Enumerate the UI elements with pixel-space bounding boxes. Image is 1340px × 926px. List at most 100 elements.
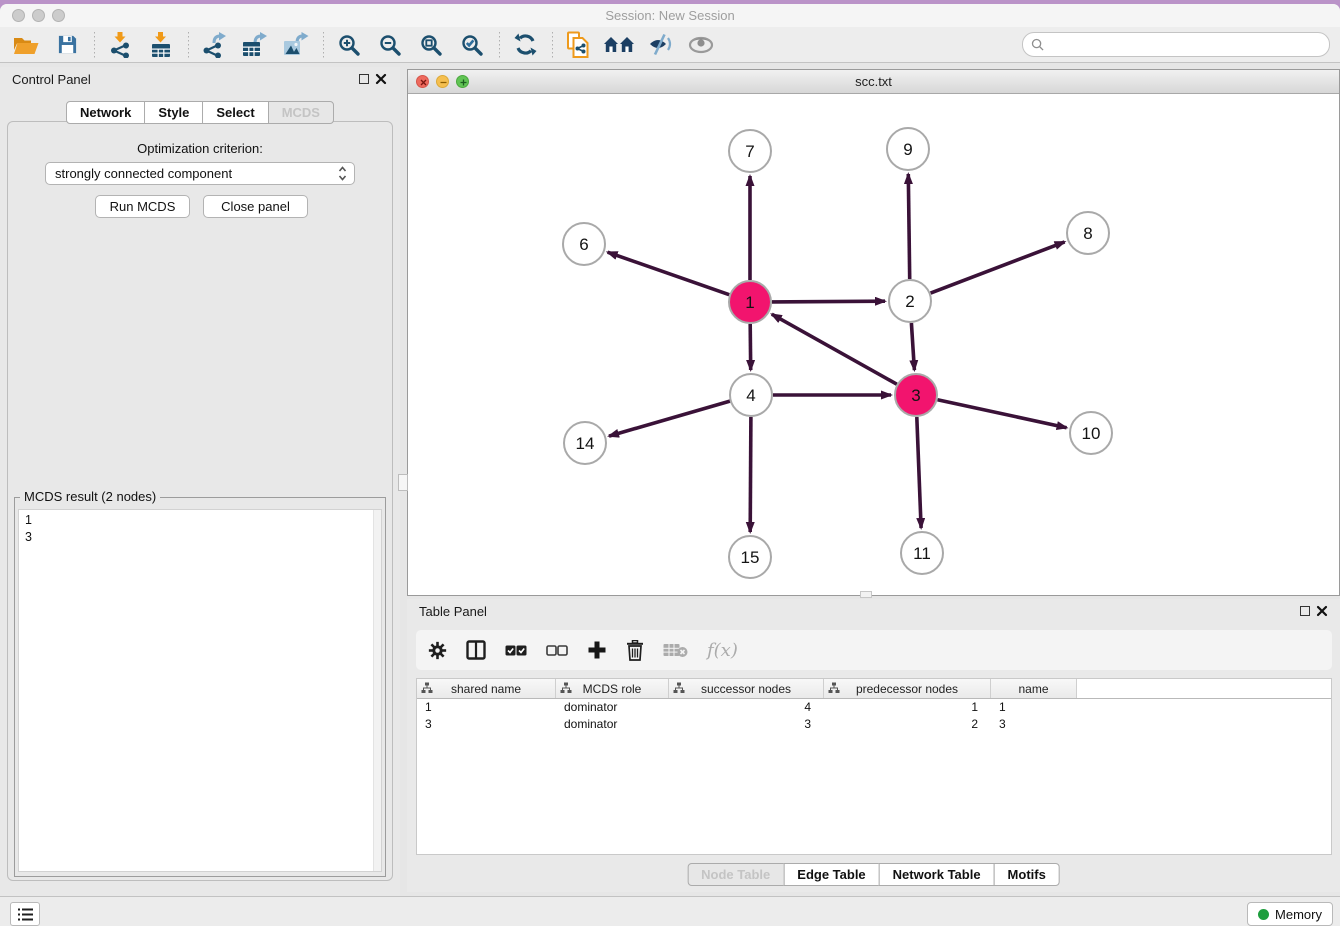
zoom-out-button[interactable]	[374, 30, 406, 60]
vertical-splitter-handle[interactable]	[398, 474, 408, 491]
deselect-all-button[interactable]	[546, 645, 568, 656]
import-table-button[interactable]	[145, 30, 177, 60]
table-settings-button[interactable]	[428, 641, 447, 660]
graph-node-15[interactable]: 15	[729, 536, 771, 578]
delete-column-button[interactable]	[626, 640, 644, 661]
result-scrollbar[interactable]	[373, 510, 381, 871]
column-header-name[interactable]: name	[991, 679, 1077, 698]
close-panel-button[interactable]: Close panel	[203, 195, 308, 218]
close-table-panel-icon[interactable]	[1316, 605, 1328, 617]
column-visibility-button[interactable]	[466, 640, 486, 660]
memory-button[interactable]: Memory	[1247, 902, 1333, 926]
export-network-button[interactable]	[198, 30, 230, 60]
open-file-button[interactable]	[10, 30, 42, 60]
function-builder-button[interactable]: f(x)	[707, 640, 738, 661]
tab-mcds[interactable]: MCDS	[268, 101, 334, 124]
graph-node-14[interactable]: 14	[564, 422, 606, 464]
save-session-button[interactable]	[51, 30, 83, 60]
graph-edge-3-1[interactable]	[772, 314, 897, 384]
memory-label: Memory	[1275, 907, 1322, 922]
memory-status-icon	[1258, 909, 1269, 920]
column-header-shared-name[interactable]: shared name	[417, 679, 556, 698]
tab-style[interactable]: Style	[144, 101, 203, 124]
graph-edge-1-4[interactable]	[750, 324, 751, 370]
run-mcds-button[interactable]: Run MCDS	[95, 195, 190, 218]
toolbar-separator	[188, 32, 189, 58]
show-visual-button[interactable]	[685, 30, 717, 60]
zoom-in-button[interactable]	[333, 30, 365, 60]
column-label: shared name	[451, 682, 521, 696]
zoom-selected-button[interactable]	[456, 30, 488, 60]
export-image-button[interactable]	[280, 30, 312, 60]
column-header-successor-nodes[interactable]: successor nodes	[669, 679, 824, 698]
table-row[interactable]: 1dominator411	[417, 699, 1331, 716]
mcds-result-group: MCDS result (2 nodes) 13	[14, 497, 386, 877]
mcds-panel: Optimization criterion: strongly connect…	[7, 121, 393, 881]
hierarchy-icon	[421, 682, 433, 697]
graph-node-9[interactable]: 9	[887, 128, 929, 170]
delete-table-icon	[663, 642, 688, 658]
table-panel-title: Table Panel	[419, 604, 487, 619]
table-tab-node-table[interactable]: Node Table	[687, 863, 784, 886]
window-title: Session: New Session	[0, 8, 1340, 23]
zoom-fit-button[interactable]	[415, 30, 447, 60]
graph-edge-2-8[interactable]	[931, 242, 1065, 293]
graph-edge-3-11[interactable]	[917, 417, 921, 528]
column-header-predecessor-nodes[interactable]: predecessor nodes	[824, 679, 991, 698]
graph-edge-1-2[interactable]	[772, 301, 885, 302]
table-tab-network-table[interactable]: Network Table	[879, 863, 995, 886]
graph-edge-1-6[interactable]	[608, 252, 730, 295]
float-panel-icon[interactable]	[359, 74, 369, 84]
result-line: 3	[25, 529, 375, 546]
delete-table-button[interactable]	[663, 642, 688, 658]
export-network-icon	[202, 32, 226, 58]
graph-node-11[interactable]: 11	[901, 532, 943, 574]
graph-edge-2-3[interactable]	[911, 323, 914, 370]
table-tab-edge-table[interactable]: Edge Table	[783, 863, 879, 886]
add-column-button[interactable]	[587, 640, 607, 660]
control-panel-header: Control Panel	[0, 67, 400, 93]
graph-node-7[interactable]: 7	[729, 130, 771, 172]
graph-node-10[interactable]: 10	[1070, 412, 1112, 454]
graph-edge-4-15[interactable]	[750, 417, 751, 532]
toolbar-separator	[499, 32, 500, 58]
graph-node-3[interactable]: 3	[895, 374, 937, 416]
close-panel-icon[interactable]	[375, 73, 387, 85]
graph-edge-2-9[interactable]	[908, 174, 909, 279]
import-network-button[interactable]	[104, 30, 136, 60]
tab-network[interactable]: Network	[66, 101, 145, 124]
refresh-view-button[interactable]	[509, 30, 541, 60]
toolbar-separator	[323, 32, 324, 58]
criterion-select[interactable]: strongly connected component	[45, 162, 355, 185]
column-header-mcds-role[interactable]: MCDS role	[556, 679, 669, 698]
horizontal-splitter-handle[interactable]	[860, 591, 872, 598]
table-cell: 1	[417, 699, 556, 716]
task-history-button[interactable]	[10, 902, 40, 926]
mcds-result-textarea[interactable]: 13	[18, 509, 382, 872]
float-table-panel-icon[interactable]	[1300, 606, 1310, 616]
graph-edge-3-10[interactable]	[938, 400, 1067, 428]
graph-node-8[interactable]: 8	[1067, 212, 1109, 254]
home-apps-button[interactable]	[603, 30, 635, 60]
graph-node-6[interactable]: 6	[563, 223, 605, 265]
table-tab-motifs[interactable]: Motifs	[994, 863, 1060, 886]
graph-node-1[interactable]: 1	[729, 281, 771, 323]
network-window-titlebar[interactable]: scc.txt	[408, 70, 1339, 94]
svg-text:15: 15	[741, 548, 760, 567]
graph-edge-4-14[interactable]	[609, 401, 730, 436]
export-table-button[interactable]	[239, 30, 271, 60]
hide-visual-button[interactable]	[644, 30, 676, 60]
search-field[interactable]	[1022, 32, 1330, 57]
network-canvas[interactable]: 7 9 6 8 1 2 4 3 14 10 15 11	[408, 94, 1339, 595]
svg-text:8: 8	[1083, 224, 1092, 243]
table-row[interactable]: 3dominator323	[417, 716, 1331, 733]
fx-icon: f(x)	[707, 640, 738, 661]
main-toolbar	[0, 27, 1340, 63]
svg-text:9: 9	[903, 140, 912, 159]
clone-network-button[interactable]	[562, 30, 594, 60]
search-input[interactable]	[1049, 37, 1321, 53]
graph-node-4[interactable]: 4	[730, 374, 772, 416]
tab-select[interactable]: Select	[202, 101, 268, 124]
select-all-button[interactable]	[505, 645, 527, 656]
graph-node-2[interactable]: 2	[889, 280, 931, 322]
